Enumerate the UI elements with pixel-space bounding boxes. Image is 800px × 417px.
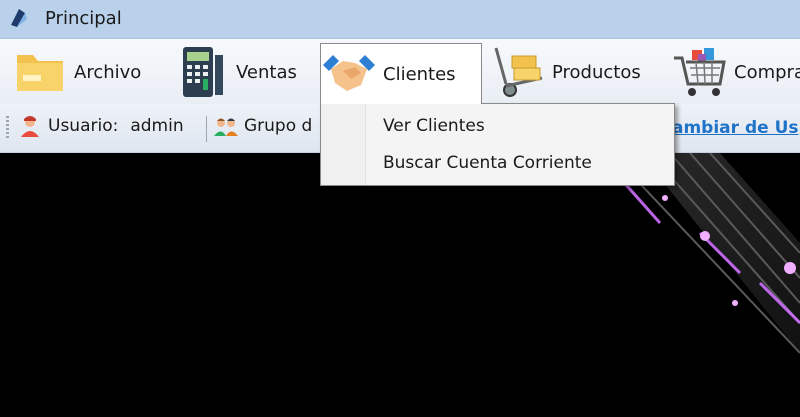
dropdown-item-ver-clientes[interactable]: Ver Clientes [383, 116, 485, 136]
menu-archivo[interactable]: Archivo [12, 43, 141, 101]
user-value: admin [130, 116, 184, 136]
group-info: Grupo d [214, 114, 312, 138]
menu-ventas[interactable]: Ventas [174, 43, 297, 101]
menu-compra[interactable]: Compra [672, 43, 800, 101]
mdi-background [0, 153, 800, 417]
menu-productos-label: Productos [552, 61, 641, 83]
app-logo-icon[interactable] [7, 7, 29, 29]
menu-productos[interactable]: Productos [490, 43, 641, 101]
shopping-cart-icon [672, 45, 728, 99]
menu-compra-label: Compra [734, 61, 800, 83]
hand-truck-icon [490, 45, 546, 99]
menu-bar: Archivo Ventas Clientes Productos Compra [0, 39, 800, 104]
group-label: Grupo d [244, 116, 313, 136]
handshake-icon [321, 47, 377, 101]
user-icon [21, 116, 39, 137]
menu-ventas-label: Ventas [236, 61, 297, 83]
group-icon [214, 118, 238, 136]
user-label: Usuario: [48, 116, 119, 136]
folder-icon [12, 45, 68, 99]
dropdown-item-buscar-cuenta[interactable]: Buscar Cuenta Corriente [383, 153, 592, 173]
title-bar: Principal [0, 0, 800, 39]
toolbar-grip[interactable] [6, 116, 9, 140]
dropdown-icon-gutter [321, 104, 366, 185]
circuit-graphic [618, 153, 800, 354]
cash-register-icon [174, 45, 230, 99]
change-user-link[interactable]: ambiar de Us [672, 118, 799, 138]
window-title: Principal [45, 8, 122, 29]
user-info: Usuario: admin [18, 114, 184, 138]
menu-clientes[interactable]: Clientes [320, 43, 482, 104]
menu-clientes-label: Clientes [383, 63, 456, 85]
menu-archivo-label: Archivo [74, 61, 142, 83]
separator [206, 116, 207, 142]
clientes-dropdown: Ver Clientes Buscar Cuenta Corriente [320, 103, 675, 186]
